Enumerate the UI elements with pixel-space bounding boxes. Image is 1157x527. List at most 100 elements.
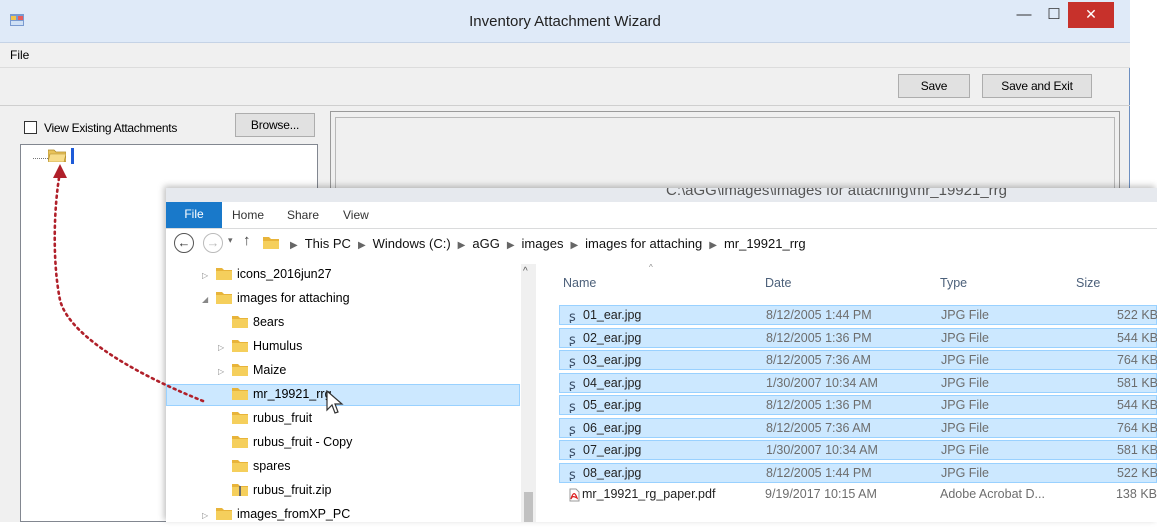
breadcrumb-item[interactable]: aGG [472, 236, 499, 251]
maximize-button[interactable]: ☐ [1040, 4, 1068, 28]
jpg-file-icon: ʂ [569, 400, 576, 413]
file-type: JPG File [941, 375, 989, 390]
expand-chevron-icon[interactable]: ◢ [202, 289, 216, 311]
file-size: 544 KB [1116, 330, 1157, 345]
tree-connector [33, 158, 48, 159]
folder-icon[interactable] [48, 148, 66, 162]
breadcrumb-separator-icon[interactable]: ▶ [570, 240, 578, 251]
file-row[interactable]: ʂ 05_ear.jpg 8/12/2005 1:36 PM JPG File 544 … [559, 395, 1157, 415]
nav-item[interactable]: ▷ Humulus [218, 335, 302, 357]
save-button[interactable]: Save [898, 74, 970, 98]
pdf-file-icon [569, 488, 580, 502]
expand-chevron-icon[interactable]: ▷ [218, 361, 232, 383]
svg-text:ʂ: ʂ [569, 423, 576, 436]
file-row[interactable]: ʂ 06_ear.jpg 8/12/2005 7:36 AM JPG File 764 … [559, 417, 1157, 438]
expand-chevron-icon[interactable]: ▷ [202, 265, 216, 287]
nav-item-selected[interactable]: mr_19921_rrg [218, 383, 332, 405]
nav-item-label: 8ears [253, 315, 285, 329]
file-name: 03_ear.jpg [583, 353, 642, 367]
zip-folder-icon [232, 484, 248, 497]
address-row: ← → ▾ ↑ ▶ This PC ▶ Windows (C:) ▶ aGG ▶ images… [166, 229, 1157, 263]
breadcrumb-separator-icon[interactable]: ▶ [507, 240, 515, 251]
file-name: 07_ear.jpg [583, 443, 642, 457]
breadcrumb-separator-icon[interactable]: ▶ [290, 240, 298, 251]
file-row[interactable]: ʂ 04_ear.jpg 1/30/2007 10:34 AM JPG File 581… [559, 372, 1157, 393]
file-row[interactable]: ʂ 02_ear.jpg 8/12/2005 1:36 PM JPG File 544 … [559, 327, 1157, 348]
save-and-exit-button[interactable]: Save and Exit [982, 74, 1092, 98]
menu-file[interactable]: File [10, 48, 29, 62]
column-header-date[interactable]: Date [765, 276, 791, 290]
column-header-size[interactable]: Size [1076, 276, 1100, 290]
jpg-file-icon: ʂ [569, 445, 576, 458]
tab-file[interactable]: File [166, 202, 222, 228]
file-row[interactable]: ʂ 01_ear.jpg 8/12/2005 1:44 PM JPG File 522 … [559, 305, 1157, 325]
file-row[interactable]: mr_19921_rg_paper.pdf 9/19/2017 10:15 AM A… [559, 485, 1157, 505]
nav-item[interactable]: rubus_fruit - Copy [218, 431, 352, 453]
nav-scrollbar[interactable]: ^ [521, 264, 536, 522]
breadcrumb-item[interactable]: mr_19921_rrg [724, 236, 806, 251]
nav-item[interactable]: ▷ Maize [218, 359, 286, 381]
browse-button[interactable]: Browse... [235, 113, 315, 137]
file-size: 522 KB [1116, 465, 1157, 480]
expand-chevron-icon[interactable]: ▷ [218, 337, 232, 359]
nav-item[interactable]: ▷ icons_2016jun27 [202, 263, 332, 285]
tab-view[interactable]: View [343, 208, 369, 222]
view-existing-checkbox[interactable] [24, 121, 37, 134]
nav-item-label: images_fromXP_PC [237, 507, 351, 521]
file-name: 05_ear.jpg [583, 398, 642, 412]
breadcrumb-separator-icon[interactable]: ▶ [458, 240, 466, 251]
column-header-name[interactable]: Name [563, 276, 596, 290]
nav-item[interactable]: rubus_fruit.zip [218, 479, 332, 501]
breadcrumb-item[interactable]: images [522, 236, 564, 251]
up-arrow-icon[interactable]: ↑ [243, 232, 251, 249]
nav-item[interactable]: ◢ images for attaching [202, 287, 350, 309]
file-name: 06_ear.jpg [583, 420, 642, 435]
breadcrumb[interactable]: ▶ This PC ▶ Windows (C:) ▶ aGG ▶ images ▶ images … [283, 236, 806, 251]
back-arrow-icon[interactable]: ← [174, 233, 194, 253]
scroll-up-icon[interactable]: ^ [523, 266, 528, 277]
file-row[interactable]: ʂ 07_ear.jpg 1/30/2007 10:34 AM JPG File 581… [559, 440, 1157, 460]
nav-item-label: spares [253, 459, 291, 473]
jpg-file-icon: ʂ [569, 333, 576, 346]
nav-item-label: icons_2016jun27 [237, 267, 332, 281]
nav-item[interactable]: spares [218, 455, 291, 477]
folder-icon [216, 292, 232, 305]
minimize-button[interactable]: — [1010, 4, 1038, 28]
column-header-type[interactable]: Type [940, 276, 967, 290]
forward-arrow-icon[interactable]: → [203, 233, 223, 253]
tab-share[interactable]: Share [287, 208, 319, 222]
tab-home[interactable]: Home [232, 208, 264, 222]
tree-edit-cursor [71, 148, 74, 164]
navigation-pane: ▷ icons_2016jun27 ◢ images for attaching 8ea… [166, 264, 536, 522]
explorer-title-bar[interactable]: C:\aGG\images\images for attaching\mr_19… [166, 188, 1157, 202]
recent-locations-icon[interactable]: ▾ [228, 235, 233, 246]
breadcrumb-item[interactable]: images for attaching [585, 236, 702, 251]
file-row[interactable]: ʂ 08_ear.jpg 8/12/2005 1:44 PM JPG File 522 … [559, 462, 1157, 483]
svg-text:ʂ: ʂ [569, 355, 576, 368]
breadcrumb-separator-icon[interactable]: ▶ [709, 240, 717, 251]
file-date: 8/12/2005 1:44 PM [766, 308, 872, 322]
file-size: 764 KB [1116, 353, 1157, 367]
nav-item[interactable]: 8ears [218, 311, 284, 333]
file-type: Adobe Acrobat D... [940, 487, 1045, 501]
folder-icon [232, 388, 248, 401]
svg-text:ʂ: ʂ [569, 378, 576, 391]
file-date: 8/12/2005 7:36 AM [766, 353, 871, 367]
breadcrumb-separator-icon[interactable]: ▶ [358, 240, 366, 251]
folder-icon [232, 340, 248, 353]
scroll-thumb[interactable] [524, 492, 533, 522]
nav-item[interactable]: rubus_fruit [218, 407, 312, 429]
toolbar-divider [0, 105, 1130, 106]
file-size: 581 KB [1116, 443, 1157, 457]
close-button[interactable]: ✕ [1068, 2, 1114, 28]
wizard-title-bar[interactable]: Inventory Attachment Wizard — ☐ ✕ [0, 0, 1130, 43]
breadcrumb-item[interactable]: This PC [305, 236, 351, 251]
jpg-file-icon: ʂ [569, 310, 576, 323]
file-name: mr_19921_rg_paper.pdf [582, 487, 716, 501]
file-name: 04_ear.jpg [583, 375, 642, 390]
file-size: 138 KB [1115, 487, 1157, 501]
file-row[interactable]: ʂ 03_ear.jpg 8/12/2005 7:36 AM JPG File 764 … [559, 350, 1157, 370]
file-size: 522 KB [1116, 308, 1157, 322]
expand-chevron-icon[interactable]: ▷ [202, 505, 216, 527]
breadcrumb-item[interactable]: Windows (C:) [373, 236, 451, 251]
